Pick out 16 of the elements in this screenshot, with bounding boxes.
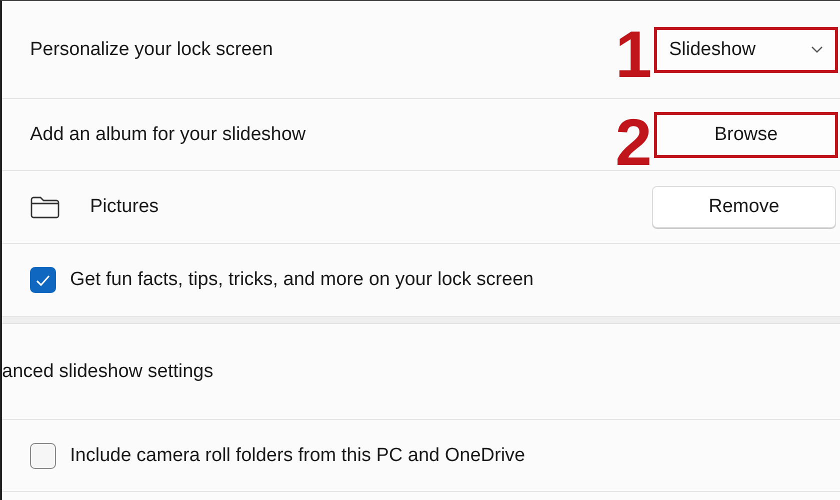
checkbox[interactable]	[30, 442, 56, 468]
checkbox[interactable]	[30, 267, 56, 293]
caret-icon	[811, 46, 823, 54]
folder-icon	[30, 195, 60, 219]
checkmark-icon	[36, 274, 50, 286]
setting-label: Add an album for your slideshow	[30, 124, 307, 146]
annotation-number: 2	[615, 109, 652, 175]
remove-button[interactable]: Remove	[652, 186, 836, 228]
checkbox-label: Include camera roll folders from this PC and OneDrive	[70, 444, 526, 466]
annotation-number: 1	[615, 21, 652, 87]
setting-label: Personalize your lock screen	[30, 38, 274, 60]
checkbox-label: Get fun facts, tips, tricks, and more on your lock screen	[70, 269, 535, 291]
section-title: anced slideshow settings	[2, 360, 214, 382]
slideshow-dropdown[interactable]: Slideshow	[656, 28, 836, 70]
browse-button[interactable]: Browse	[656, 114, 836, 156]
folder-name: Pictures	[90, 196, 160, 218]
